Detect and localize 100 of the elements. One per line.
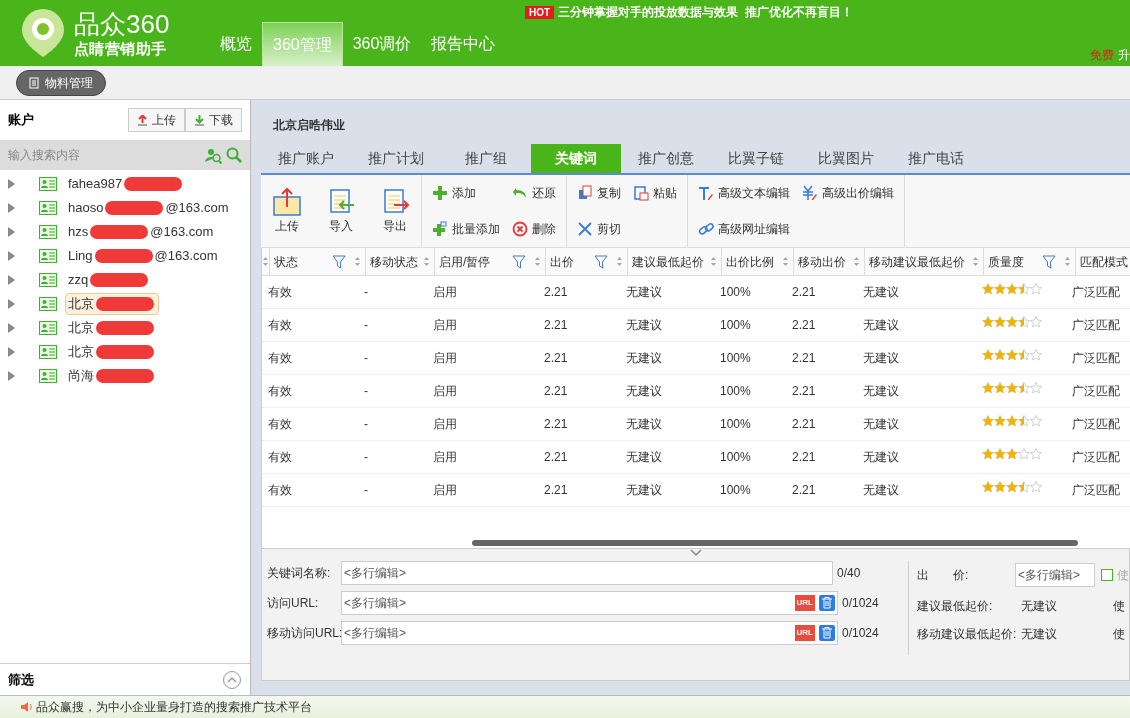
filter-icon[interactable]: [512, 254, 526, 269]
column-header[interactable]: 出价比例: [726, 252, 774, 271]
column-header[interactable]: 移动状态: [370, 252, 418, 271]
delete-icon: [512, 221, 528, 237]
account-item[interactable]: Ling @163.com: [65, 245, 221, 267]
account-item[interactable]: fahea987: [65, 173, 188, 195]
sort-icon[interactable]: [782, 256, 789, 267]
account-item[interactable]: hzs @163.com: [65, 221, 217, 243]
input-field[interactable]: <多行编辑>: [1015, 563, 1095, 587]
toolbar-button[interactable]: 高级出价编辑: [802, 184, 894, 202]
input-field[interactable]: <多行编辑>: [341, 561, 833, 585]
url-badge[interactable]: URL: [794, 595, 815, 611]
scrollbar-thumb[interactable]: [472, 540, 1078, 546]
collapse-icon[interactable]: [222, 669, 242, 690]
table-cell: 无建议: [626, 450, 662, 464]
toolbar-button[interactable]: 粘贴: [633, 184, 677, 202]
table-cell: 无建议: [626, 318, 662, 332]
table-cell: 有效: [268, 483, 292, 497]
expand-arrow-icon[interactable]: [8, 371, 15, 381]
content-tab[interactable]: 比翼图片: [801, 144, 891, 173]
toolbar-button[interactable]: 还原: [512, 184, 556, 202]
expand-arrow-icon[interactable]: [8, 275, 15, 285]
sort-icon[interactable]: [262, 256, 269, 267]
expand-arrow-icon[interactable]: [8, 323, 15, 333]
expand-arrow-icon[interactable]: [8, 251, 15, 261]
filter-icon[interactable]: [1042, 254, 1056, 269]
table-cell: 广泛匹配: [1072, 417, 1120, 431]
expand-arrow-icon[interactable]: [8, 347, 15, 357]
column-header[interactable]: 质量度: [988, 252, 1024, 271]
sort-icon[interactable]: [853, 256, 860, 267]
sort-icon[interactable]: [534, 256, 541, 267]
sort-icon[interactable]: [710, 256, 717, 267]
download-button[interactable]: 下载: [185, 108, 242, 132]
table-cell: 广泛匹配: [1072, 384, 1120, 398]
account-item[interactable]: 北京: [65, 341, 159, 363]
toolbar-button[interactable]: 复制: [577, 184, 621, 202]
materials-button[interactable]: 物料管理: [16, 69, 106, 96]
toolbar-button[interactable]: 上传: [267, 187, 307, 235]
account-item[interactable]: zzq: [65, 269, 154, 291]
account-item[interactable]: haoso @163.com: [65, 197, 232, 219]
field-label: 移动访问URL:: [267, 625, 341, 642]
link-icon: [698, 221, 714, 237]
toolbar-button[interactable]: 高级网址编辑: [698, 220, 790, 238]
column-header[interactable]: 移动出价: [798, 252, 846, 271]
table-cell: 2.21: [792, 417, 816, 431]
toolbar-button[interactable]: 剪切: [577, 220, 621, 238]
field-label: 关键词名称:: [267, 565, 332, 582]
content-tab[interactable]: 推广计划: [351, 144, 441, 173]
download-icon: [194, 114, 205, 126]
expand-arrow-icon[interactable]: [8, 179, 15, 189]
checkbox[interactable]: [1101, 569, 1113, 581]
search-icon[interactable]: [226, 147, 242, 163]
toolbar-button[interactable]: 添加: [432, 184, 500, 202]
paste-icon: [633, 185, 649, 201]
content-tab[interactable]: 推广账户: [261, 144, 351, 173]
content-tab[interactable]: 推广电话: [891, 144, 981, 173]
content-tab[interactable]: 推广创意: [621, 144, 711, 173]
sort-icon[interactable]: [1064, 256, 1071, 267]
content-tab[interactable]: 比翼子链: [711, 144, 801, 173]
filter-icon[interactable]: [332, 254, 346, 269]
toolbar-button[interactable]: 高级文本编辑: [698, 184, 790, 202]
expand-arrow-icon[interactable]: [8, 299, 15, 309]
column-header[interactable]: 移动建议最低起价: [869, 252, 965, 271]
account-item[interactable]: 北京: [65, 293, 159, 315]
expand-arrow-icon[interactable]: [8, 203, 15, 213]
search-field[interactable]: 输入搜索内容: [0, 140, 250, 170]
column-header[interactable]: 状态: [274, 252, 298, 271]
account-item[interactable]: 尚海: [65, 365, 159, 387]
expand-arrow-icon[interactable]: [8, 227, 15, 237]
table-cell: 启用: [433, 351, 457, 365]
filter-icon[interactable]: [594, 254, 608, 269]
url-badge[interactable]: URL: [794, 625, 815, 641]
upload-button[interactable]: 上传: [128, 108, 185, 132]
chevron-down-icon[interactable]: [689, 549, 702, 557]
sort-icon[interactable]: [972, 256, 979, 267]
table-cell: 无建议: [863, 450, 899, 464]
trash-icon[interactable]: [819, 625, 835, 641]
copy-icon: [577, 185, 593, 201]
content-tab[interactable]: 推广组: [441, 144, 531, 173]
trash-icon[interactable]: [819, 595, 835, 611]
table-cell: 有效: [268, 450, 292, 464]
toolbar-button[interactable]: 导出: [375, 187, 415, 235]
sort-icon[interactable]: [354, 256, 361, 267]
table-cell: 2.21: [792, 384, 816, 398]
char-count: 0/1024: [842, 625, 879, 642]
checkbox-label: 使: [1117, 567, 1129, 584]
toolbar-button[interactable]: 删除: [512, 220, 556, 238]
contact-card-icon: [39, 321, 57, 335]
sort-icon[interactable]: [423, 256, 430, 267]
user-search-icon[interactable]: [205, 147, 222, 164]
column-header[interactable]: 出价: [550, 252, 574, 271]
toolbar-button[interactable]: 批量添加: [432, 220, 500, 238]
column-header[interactable]: 启用/暂停: [439, 252, 491, 271]
column-header[interactable]: 匹配模式: [1080, 252, 1128, 271]
account-item[interactable]: 北京: [65, 317, 159, 339]
toolbar-button[interactable]: 导入: [321, 187, 361, 235]
column-header[interactable]: 建议最低起价: [632, 252, 704, 271]
redaction-mark: [124, 177, 183, 191]
table-cell: -: [364, 351, 368, 365]
sort-icon[interactable]: [616, 256, 623, 267]
